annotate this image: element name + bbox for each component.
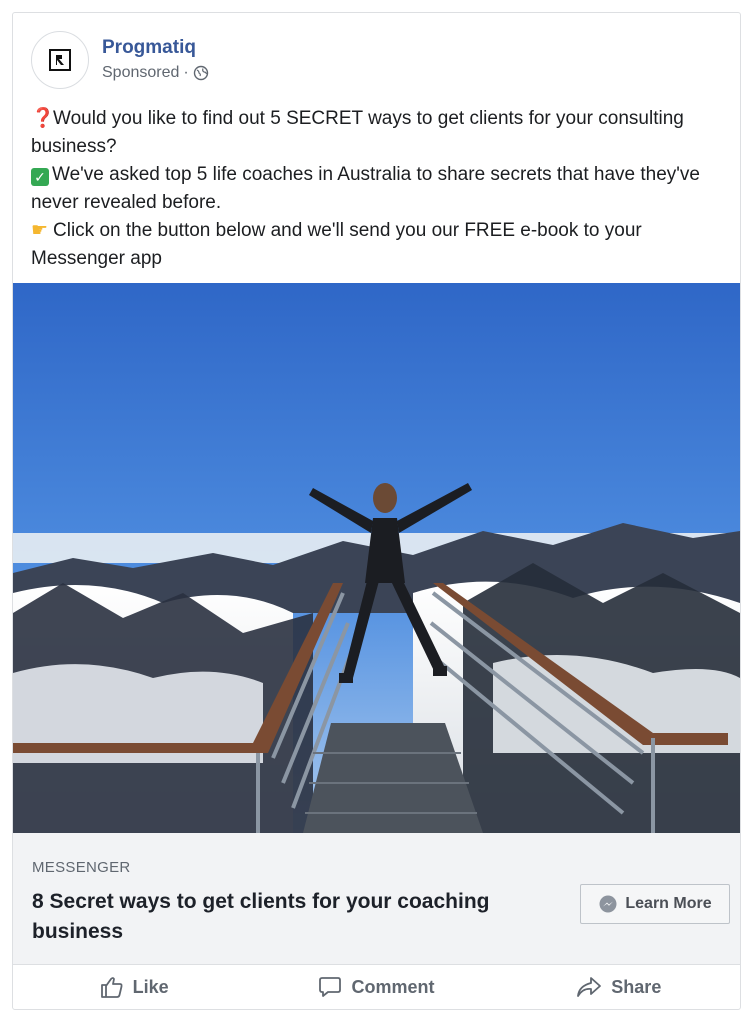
body-line-3-text: Click on the button below and we'll send… <box>31 220 642 269</box>
pointing-hand-icon: ☛ <box>31 220 49 241</box>
sponsored-label[interactable]: Sponsored <box>102 64 179 82</box>
messenger-icon <box>599 895 617 913</box>
share-button[interactable]: Share <box>498 964 740 1009</box>
sponsored-row: Sponsored · <box>102 64 209 82</box>
post-actions: Like Comment Share <box>13 964 740 1009</box>
check-mark-icon: ✓ <box>31 168 49 186</box>
body-line-2-text: We've asked top 5 life coaches in Austra… <box>31 164 700 213</box>
brand-logo-icon <box>49 49 71 71</box>
share-arrow-icon <box>577 977 602 997</box>
post-header: Progmatiq Sponsored · <box>31 31 711 91</box>
page-name-link[interactable]: Progmatiq <box>102 37 196 59</box>
body-line-1-text: Would you like to find out 5 SECRET ways… <box>31 108 684 157</box>
link-title[interactable]: 8 Secret ways to get clients for your co… <box>32 887 552 947</box>
learn-more-label: Learn More <box>625 895 712 912</box>
like-label: Like <box>132 976 169 997</box>
page-avatar[interactable] <box>31 31 89 89</box>
post-image[interactable] <box>13 283 740 833</box>
body-line-3: ☛ Click on the button below and we'll sen… <box>31 217 721 273</box>
body-line-2: ✓ We've asked top 5 life coaches in Austr… <box>31 161 721 217</box>
comment-button[interactable]: Comment <box>255 964 497 1009</box>
comment-icon <box>319 977 342 997</box>
link-source: MESSENGER <box>32 859 131 876</box>
separator-dot: · <box>183 64 189 81</box>
question-mark-icon: ❓ <box>31 108 55 129</box>
body-line-1: ❓Would you like to find out 5 SECRET way… <box>31 105 721 161</box>
ad-post-card: Progmatiq Sponsored · ❓Would you like to… <box>12 12 741 1010</box>
globe-icon[interactable] <box>193 65 209 81</box>
comment-label: Comment <box>351 976 435 997</box>
learn-more-button[interactable]: Learn More <box>580 884 730 924</box>
post-body-text: ❓Would you like to find out 5 SECRET way… <box>31 105 721 273</box>
mountain-scene-illustration <box>13 283 740 833</box>
link-preview[interactable]: MESSENGER 8 Secret ways to get clients f… <box>13 833 740 965</box>
share-label: Share <box>611 976 662 997</box>
like-button[interactable]: Like <box>13 964 255 1009</box>
thumbs-up-icon <box>100 977 123 998</box>
